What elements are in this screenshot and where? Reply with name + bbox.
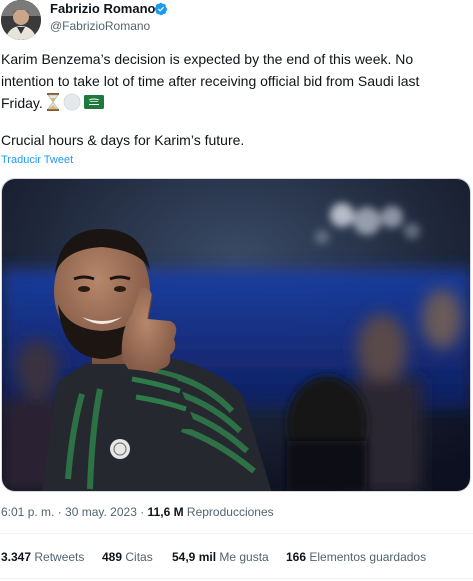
likes-stat[interactable]: 54,9 mil Me gusta xyxy=(172,550,269,564)
retweets-count: 3.347 xyxy=(1,550,32,564)
divider xyxy=(0,533,473,534)
handle[interactable]: @FabrizioRomano xyxy=(50,19,150,33)
profile-photo-icon xyxy=(1,0,41,40)
emoji-group xyxy=(46,93,104,111)
tweet-text-line: intention to take lot of time after rece… xyxy=(1,73,420,89)
likes-count: 54,9 mil xyxy=(172,550,217,564)
tweet-time[interactable]: 6:01 p. m. xyxy=(1,505,54,519)
quotes-stat[interactable]: 489 Citas xyxy=(102,550,153,564)
avatar[interactable] xyxy=(1,0,41,40)
bookmarks-stat[interactable]: 166 Elementos guardados xyxy=(286,550,426,564)
divider xyxy=(0,578,473,579)
bookmarks-label: Elementos guardados xyxy=(306,550,427,564)
tweet-text: Karim Benzema’s decision is expected by … xyxy=(1,48,463,114)
tweet-header: Fabrizio Romano @FabrizioRomano xyxy=(0,0,473,42)
hourglass-icon xyxy=(46,93,59,111)
retweets-label: Retweets xyxy=(31,550,85,564)
tweet: Fabrizio Romano @FabrizioRomano Karim Be… xyxy=(0,0,473,581)
views-count: 11,6 M xyxy=(147,505,184,519)
tweet-media[interactable] xyxy=(1,178,471,492)
views-label: Reproducciones xyxy=(183,505,274,519)
tweet-text-paragraph: Crucial hours & days for Karim’s future. xyxy=(1,132,245,148)
retweets-stat[interactable]: 3.347 Retweets xyxy=(1,550,84,564)
tweet-meta: 6:01 p. m. · 30 may. 2023 · 11,6 M Repro… xyxy=(1,505,274,519)
meta-separator: · xyxy=(136,505,148,519)
white-circle-icon xyxy=(63,93,81,111)
bookmarks-count: 166 xyxy=(286,550,307,564)
quotes-count: 489 xyxy=(102,550,123,564)
tweet-text-line-end: Friday. xyxy=(1,95,43,111)
display-name[interactable]: Fabrizio Romano xyxy=(50,1,155,16)
tweet-text-line: Karim Benzema’s decision is expected by … xyxy=(1,51,414,67)
verified-badge-icon xyxy=(154,2,168,16)
likes-label: Me gusta xyxy=(216,550,269,564)
meta-separator: · xyxy=(54,505,66,519)
benzema-thumbs-up-photo xyxy=(2,179,470,491)
quotes-label: Citas xyxy=(122,550,153,564)
translate-tweet-link[interactable]: Traducir Tweet xyxy=(1,154,73,166)
tweet-date[interactable]: 30 may. 2023 xyxy=(65,505,137,519)
saudi-flag-icon xyxy=(83,95,104,109)
tweet-text-line: Friday. xyxy=(1,92,463,114)
